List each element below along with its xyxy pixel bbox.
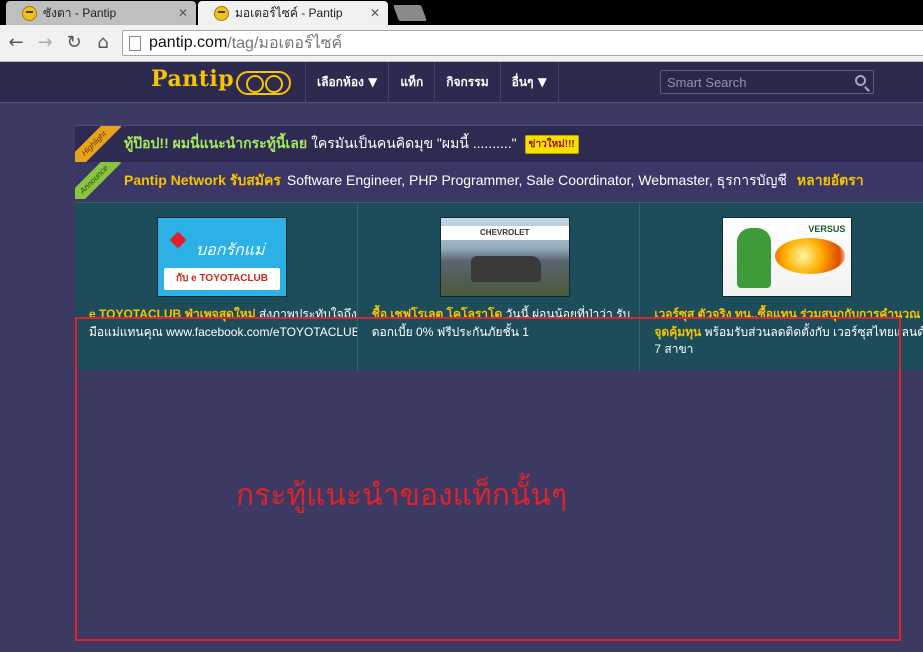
- ad-image-caption: VERSUS: [808, 224, 846, 234]
- highlight-text-link[interactable]: ใครมันเป็นคนคิดมุข "ผมนี้ ..........": [311, 133, 517, 155]
- main-nav: เลือกห้อง ▼ แท็ก กิจกรรม อื่นๆ ▼: [305, 62, 559, 103]
- ad-image[interactable]: CHEVROLET: [439, 217, 570, 297]
- announce-ribbon: Announce: [75, 162, 122, 199]
- annotation-text: กระทู้แนะนำของแท็กนั้นๆ: [236, 478, 568, 513]
- ad-image-caption: CHEVROLET: [440, 226, 569, 240]
- tab-label: ซังตา - Pantip: [43, 5, 117, 20]
- reload-icon[interactable]: ↻: [64, 33, 84, 53]
- browser-tab-strip: ซังตา - Pantip ✕ มอเตอร์ไซค์ - Pantip ✕: [0, 0, 923, 25]
- pantip-favicon-icon: [214, 5, 229, 21]
- nav-more[interactable]: อื่นๆ ▼: [499, 62, 559, 103]
- ad-image[interactable]: บอกรักแม่ กับ e TOYOTACLUB: [157, 217, 287, 297]
- highlight-bar: Highlight ทู้ป๊อป!! ผมนี่แนะนำกระทู้นี้เ…: [75, 125, 923, 162]
- pantip-favicon-icon: [22, 5, 37, 21]
- announce-bar: Announce Pantip Network รับสมัคร Softwar…: [75, 162, 923, 199]
- site-header: Pantip เลือกห้อง ▼ แท็ก กิจกรรม อื่นๆ ▼: [0, 62, 923, 103]
- announce-more-link[interactable]: หลายอัตรา: [797, 170, 864, 192]
- back-icon[interactable]: ←: [6, 33, 26, 53]
- browser-tab-active[interactable]: มอเตอร์ไซค์ - Pantip ✕: [198, 1, 388, 25]
- browser-toolbar: ← → ↻ ⌂ pantip.com /tag/มอเตอร์ไซค์: [0, 25, 923, 62]
- announce-title-link[interactable]: Pantip Network รับสมัคร: [124, 170, 281, 192]
- highlight-ribbon: Highlight: [75, 126, 122, 162]
- home-icon[interactable]: ⌂: [93, 33, 113, 53]
- tab-label: มอเตอร์ไซค์ - Pantip: [235, 5, 343, 20]
- search-input[interactable]: [661, 71, 841, 93]
- forward-icon[interactable]: →: [35, 33, 55, 53]
- nav-tags[interactable]: แท็ก: [388, 62, 434, 103]
- nav-activities[interactable]: กิจกรรม: [434, 62, 499, 103]
- address-bar[interactable]: pantip.com /tag/มอเตอร์ไซค์: [122, 30, 923, 56]
- url-domain: pantip.com: [149, 34, 228, 51]
- url-path: /tag/มอเตอร์ไซค์: [227, 34, 343, 52]
- announce-text: Software Engineer, PHP Programmer, Sale …: [286, 171, 787, 188]
- pantip-logo[interactable]: Pantip: [151, 66, 234, 92]
- browser-tab[interactable]: ซังตา - Pantip ✕: [6, 1, 196, 25]
- page-icon: [129, 35, 141, 51]
- search-icon[interactable]: [855, 75, 866, 86]
- ad-image[interactable]: VERSUS: [722, 217, 853, 297]
- nav-select-room[interactable]: เลือกห้อง ▼: [305, 62, 388, 103]
- fire-icon: [775, 238, 846, 274]
- tab-close-icon[interactable]: ✕: [178, 6, 188, 20]
- highlight-title-link[interactable]: ทู้ป๊อป!! ผมนี่แนะนำกระทู้นี้เลย: [124, 133, 307, 155]
- new-badge: ข่าวใหม่!!!: [524, 134, 579, 154]
- smart-search: [660, 70, 874, 94]
- ad-image-caption: กับ e TOYOTACLUB: [164, 268, 280, 290]
- heart-icon: [169, 231, 187, 249]
- dinosaur-icon: [737, 228, 772, 288]
- pickup-truck-icon: [470, 256, 541, 282]
- pantip-logo-mark-icon[interactable]: [236, 71, 291, 95]
- tab-close-icon[interactable]: ✕: [370, 6, 380, 20]
- ad-image-script: บอกรักแม่: [196, 240, 265, 259]
- new-tab-button[interactable]: [393, 5, 427, 21]
